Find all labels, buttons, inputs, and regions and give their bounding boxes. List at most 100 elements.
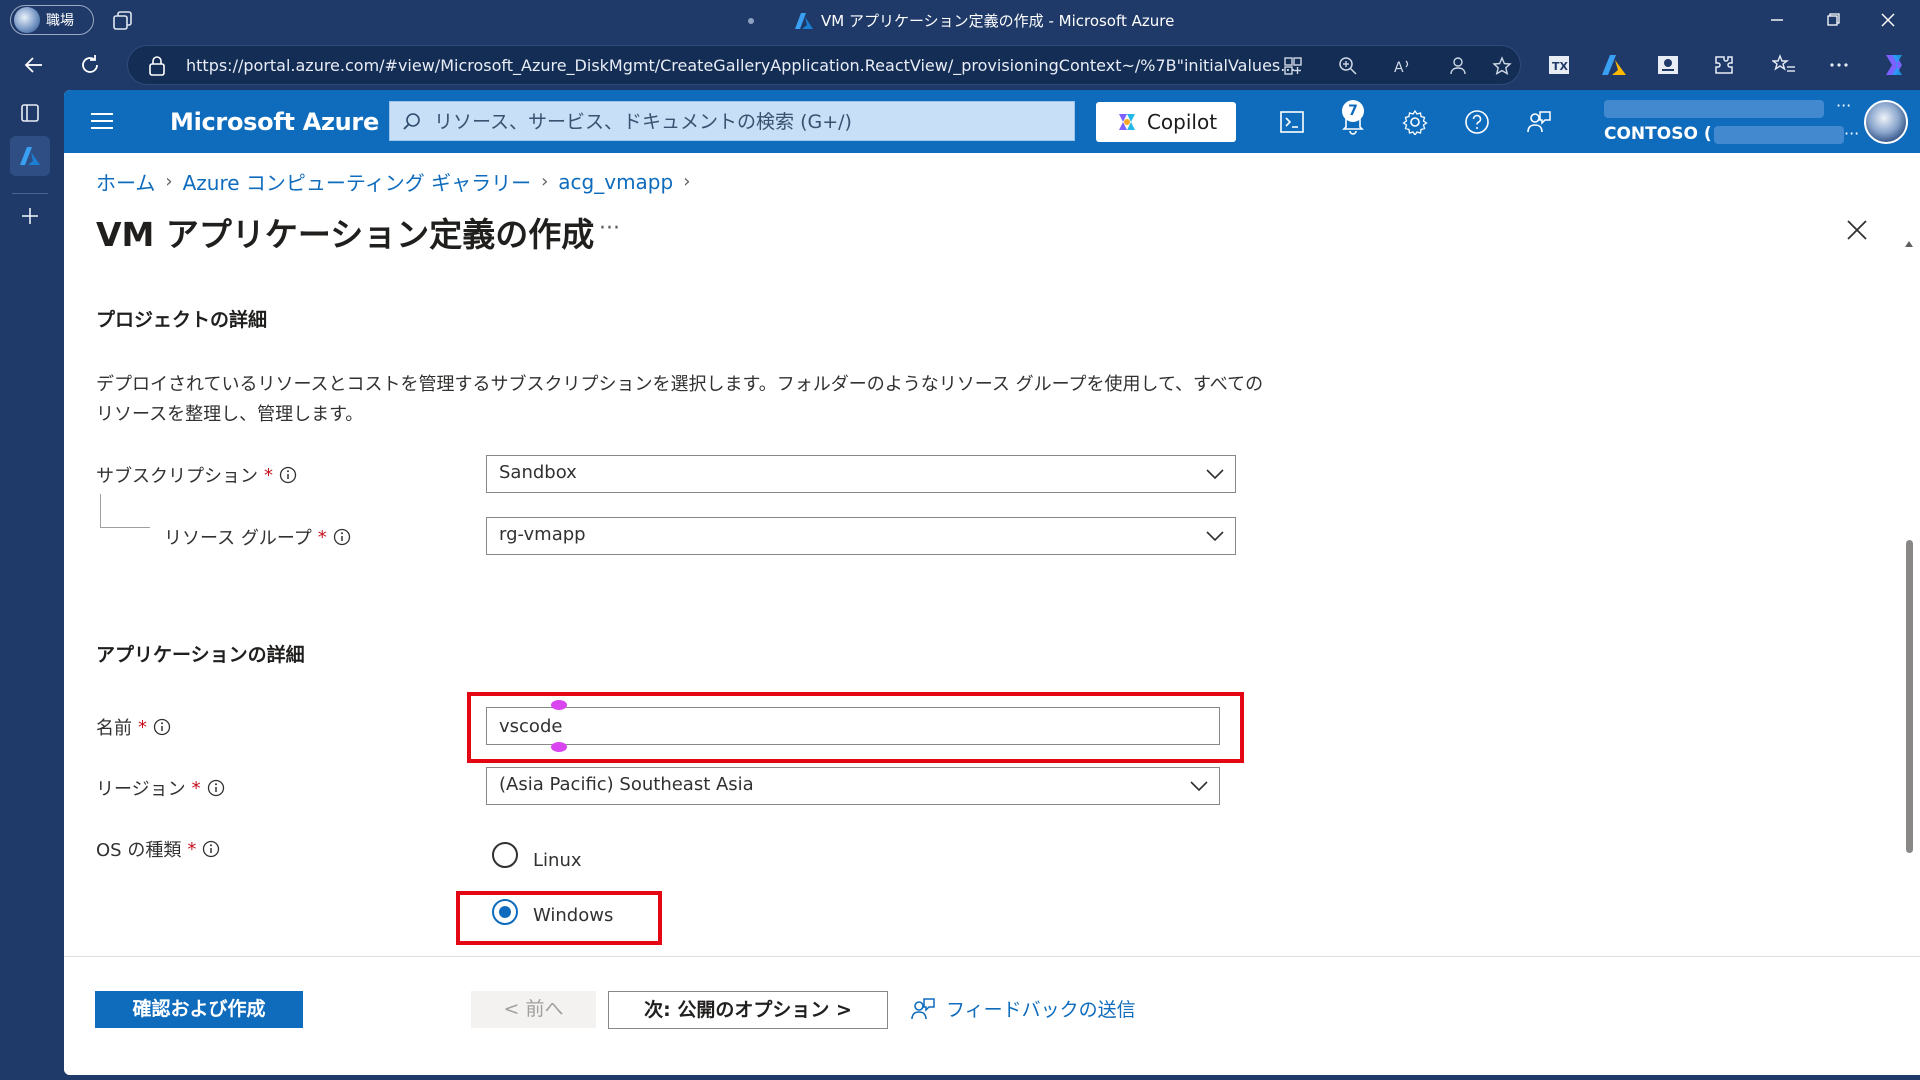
next-publishing-options-button[interactable]: 次: 公開のオプション > (608, 991, 888, 1029)
send-feedback-label[interactable]: フィードバックの送信 (946, 995, 1136, 1022)
window-title-text: VM アプリケーション定義の作成 - Microsoft Azure (821, 12, 1175, 30)
scroll-up-arrow-icon[interactable] (1904, 240, 1914, 248)
close-window-icon[interactable] (1876, 8, 1900, 32)
restore-icon[interactable] (1821, 8, 1845, 32)
azure-logo-icon (795, 12, 813, 29)
name-label-text: 名前 (96, 718, 132, 739)
settings-gear-icon[interactable] (1402, 109, 1428, 135)
breadcrumb-home[interactable]: ホーム (96, 167, 155, 196)
portal-brand[interactable]: Microsoft Azure (170, 108, 379, 136)
help-question-icon[interactable] (1464, 109, 1490, 135)
zoom-icon[interactable] (1338, 56, 1358, 76)
breadcrumb-compute-gallery[interactable]: Azure コンピューティング ギャラリー (183, 167, 531, 196)
refresh-icon[interactable] (78, 53, 102, 77)
info-icon[interactable] (333, 528, 351, 546)
feedback-person-icon[interactable] (1526, 109, 1552, 135)
url-text[interactable]: https://portal.azure.com/#view/Microsoft… (186, 56, 1386, 75)
chevron-down-icon (1190, 781, 1208, 792)
subscription-label-text: サブスクリプション (96, 466, 258, 487)
read-aloud-icon[interactable]: A (1393, 56, 1413, 76)
scroll-thumb[interactable] (1906, 540, 1913, 853)
favorites-list-icon[interactable] (1772, 53, 1796, 77)
chevron-down-icon (1206, 469, 1224, 480)
breadcrumb-acg-vmapp[interactable]: acg_vmapp (558, 170, 673, 194)
profile-sync-icon[interactable] (1448, 56, 1468, 76)
info-icon[interactable] (153, 718, 171, 736)
os-linux-radio[interactable] (492, 842, 518, 868)
profile-avatar (14, 7, 40, 33)
region-dropdown[interactable]: (Asia Pacific) Southeast Asia (486, 767, 1220, 805)
new-tab-plus-icon[interactable] (19, 205, 41, 227)
tree-connector (100, 494, 150, 528)
subscription-value: Sandbox (499, 462, 577, 483)
info-icon[interactable] (279, 466, 297, 484)
address-bar[interactable]: https://portal.azure.com/#view/Microsoft… (127, 45, 1521, 85)
search-input[interactable] (434, 108, 1054, 136)
more-menu-icon[interactable] (1827, 53, 1851, 77)
os-windows-label[interactable]: Windows (533, 905, 613, 926)
browser-profile-button[interactable]: 職場 (10, 5, 94, 35)
app-available-icon[interactable] (1283, 56, 1303, 76)
name-label: 名前 * (96, 714, 171, 740)
info-icon[interactable] (202, 840, 220, 858)
more-dots-bottom: ··· (1844, 124, 1860, 143)
window-title: VM アプリケーション定義の作成 - Microsoft Azure (795, 10, 1174, 31)
account-menu[interactable]: ··· CONTOSO ( ··· (1604, 96, 1904, 148)
copilot-icon (1118, 114, 1135, 130)
cloud-shell-icon[interactable] (1279, 109, 1305, 135)
os-type-label: OS の種類 * (96, 836, 220, 862)
previous-button[interactable]: < 前へ (471, 991, 596, 1028)
review-create-button[interactable]: 確認および作成 (95, 991, 303, 1028)
info-icon[interactable] (207, 779, 225, 797)
os-windows-radio[interactable] (492, 899, 518, 925)
copilot-button[interactable]: Copilot (1096, 102, 1236, 142)
account-avatar[interactable] (1864, 100, 1908, 144)
region-label-text: リージョン (96, 779, 186, 800)
blade-footer: 確認および作成 < 前へ 次: 公開のオプション > フィードバックの送信 (64, 956, 1920, 1075)
azure-extension-icon[interactable] (1602, 53, 1626, 77)
tab-panel-icon[interactable] (19, 102, 41, 124)
tab-indicator-dot (748, 18, 754, 24)
copilot-sidebar-icon[interactable] (1880, 51, 1908, 79)
content-scrollbar[interactable] (1902, 240, 1916, 1030)
required-marker: * (264, 464, 273, 486)
back-arrow-icon[interactable] (22, 53, 46, 77)
translator-extension-icon[interactable]: TX (1547, 53, 1571, 77)
redacted-account-name (1604, 100, 1824, 118)
required-marker: * (317, 526, 327, 548)
portal-header: Microsoft Azure Copilot 7 ··· CONTOSO ( … (64, 90, 1920, 153)
active-tab-azure[interactable] (10, 136, 50, 176)
text-caret-handle-bottom (551, 742, 567, 752)
global-search[interactable] (389, 101, 1075, 141)
extensions-puzzle-icon[interactable] (1712, 53, 1736, 77)
close-blade-icon[interactable] (1844, 217, 1870, 243)
more-options-button[interactable]: ··· (599, 216, 620, 241)
resource-group-value: rg-vmapp (499, 524, 586, 545)
resource-group-dropdown[interactable]: rg-vmapp (486, 517, 1236, 555)
subscription-dropdown[interactable]: Sandbox (486, 455, 1236, 493)
breadcrumb: ホーム › Azure コンピューティング ギャラリー › acg_vmapp … (96, 167, 690, 196)
tenant-label: CONTOSO ( (1604, 124, 1712, 144)
favorite-star-icon[interactable] (1492, 56, 1512, 76)
minimize-icon[interactable] (1765, 8, 1789, 32)
feedback-icon (911, 997, 935, 1019)
tab-divider (12, 193, 48, 194)
svg-text:TX: TX (1552, 60, 1569, 73)
send-feedback-link[interactable]: フィードバックの送信 (910, 995, 1136, 1022)
application-details-heading: アプリケーションの詳細 (96, 644, 305, 666)
screenshot-extension-icon[interactable] (1656, 53, 1680, 77)
tab-actions-icon[interactable] (112, 10, 134, 32)
os-linux-label[interactable]: Linux (533, 850, 582, 871)
browser-title-bar: 職場 VM アプリケーション定義の作成 - Microsoft Azure (0, 0, 1920, 40)
os-type-label-text: OS の種類 (96, 840, 182, 861)
azure-portal: Microsoft Azure Copilot 7 ··· CONTOSO ( … (64, 90, 1920, 1075)
azure-tab-icon (20, 147, 40, 165)
required-marker: * (191, 777, 201, 799)
name-input[interactable] (486, 707, 1220, 745)
redacted-tenant-id (1714, 126, 1844, 144)
lock-icon[interactable] (148, 56, 166, 76)
hamburger-menu-icon[interactable] (90, 110, 114, 132)
svg-text:A: A (1394, 60, 1404, 76)
region-label: リージョン * (96, 775, 225, 801)
project-details-heading: プロジェクトの詳細 (96, 309, 268, 331)
